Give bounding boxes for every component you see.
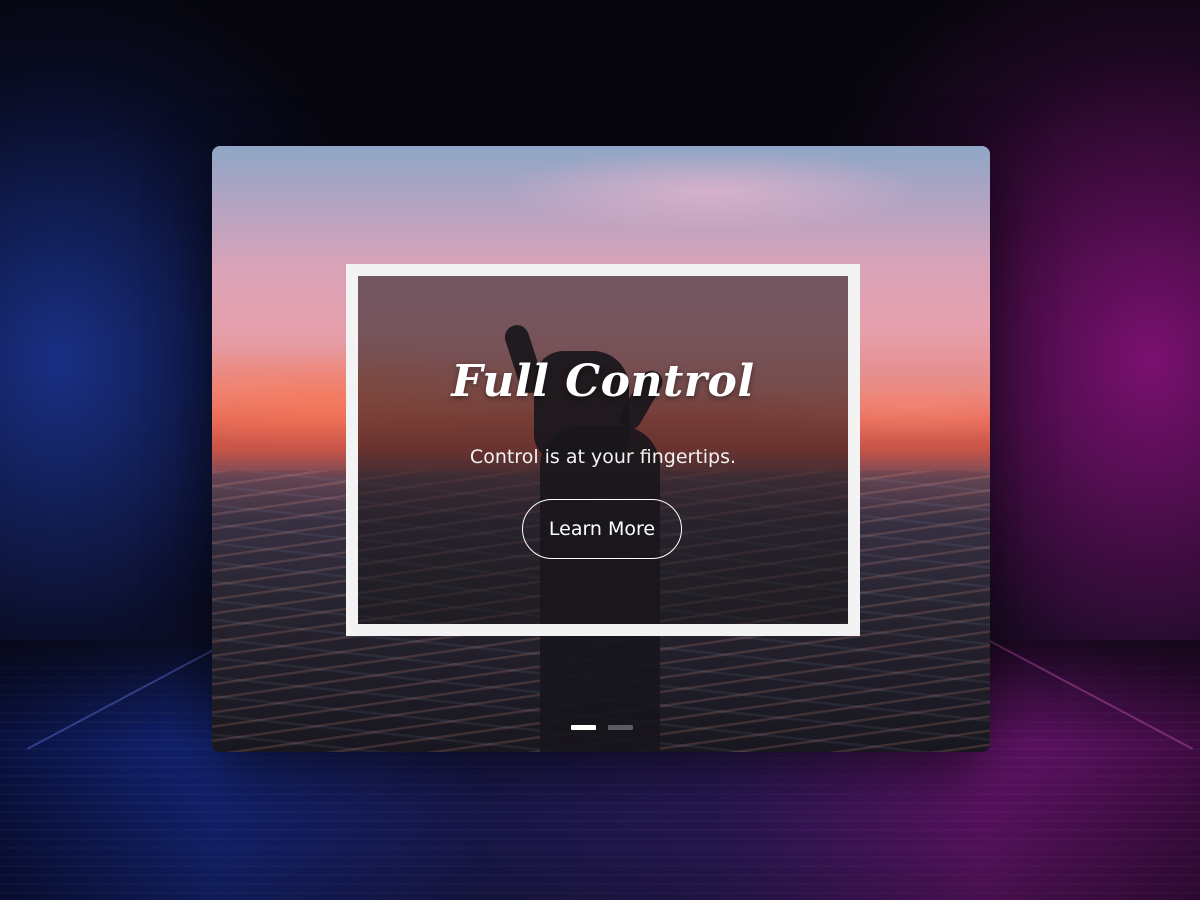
- slider-pagination: [571, 725, 633, 731]
- background-scene: Full Control Control is at your fingerti…: [0, 0, 1200, 900]
- pagination-dot-1[interactable]: [571, 725, 596, 730]
- pagination-dot-2[interactable]: [608, 725, 633, 730]
- slide-subtitle: Control is at your fingertips.: [469, 446, 737, 468]
- slide-caption-box: Full Control Control is at your fingerti…: [346, 264, 860, 636]
- learn-more-button[interactable]: Learn More: [522, 499, 682, 559]
- image-slider: Full Control Control is at your fingerti…: [212, 146, 990, 752]
- slide-title: Full Control: [451, 356, 755, 407]
